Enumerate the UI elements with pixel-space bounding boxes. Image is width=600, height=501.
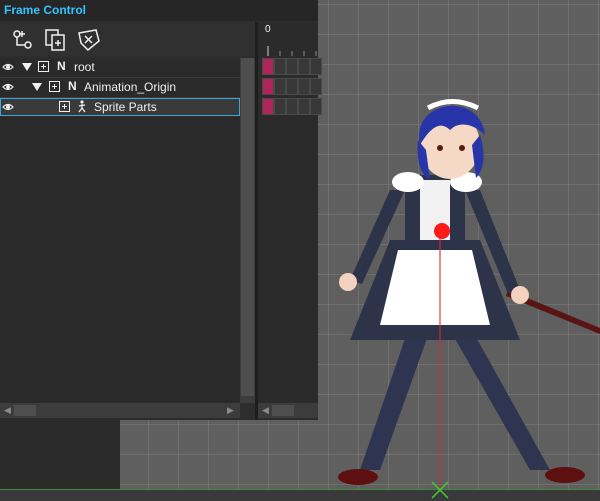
part-tree: N root N Animation_Origin Sprite Parts (0, 58, 240, 403)
keyframe-cell[interactable] (262, 58, 274, 75)
tree-row-animation-origin[interactable]: N Animation_Origin (0, 78, 240, 96)
tree-row-root[interactable]: N root (0, 58, 240, 76)
visibility-eye-icon[interactable] (2, 61, 14, 73)
visibility-eye-icon[interactable] (2, 101, 14, 113)
tree-row-label: root (74, 60, 95, 74)
node-plus-icon (38, 61, 49, 72)
tree-row-sprite-parts[interactable]: Sprite Parts (0, 98, 240, 116)
node-type-label: N (68, 79, 77, 93)
frame-cell[interactable] (286, 58, 298, 75)
origin-cross-icon (431, 481, 449, 499)
scroll-left-arrow-icon[interactable]: ◀ (4, 405, 11, 416)
expand-triangle-icon[interactable] (22, 61, 32, 73)
sprite-part-icon (78, 100, 86, 113)
frame-cell[interactable] (298, 58, 310, 75)
node-plus-icon (49, 81, 60, 92)
expand-triangle-icon[interactable] (32, 81, 42, 93)
frame-cell[interactable] (286, 98, 298, 115)
frame-cell[interactable] (274, 78, 286, 95)
frame-cell[interactable] (310, 98, 322, 115)
frame-cell[interactable] (274, 98, 286, 115)
scrollbar-thumb[interactable] (241, 58, 254, 396)
tree-row-label: Animation_Origin (84, 80, 177, 94)
node-type-label: N (57, 59, 66, 73)
stage-background-block (0, 420, 120, 500)
scroll-right-arrow-icon[interactable]: ▶ (227, 405, 234, 416)
frame-cell[interactable] (310, 78, 322, 95)
scrollbar-thumb[interactable] (272, 405, 294, 416)
panel-title: Frame Control (4, 3, 87, 17)
panel-toolbar (0, 22, 258, 56)
timeline-grid[interactable]: 0 (258, 22, 322, 403)
visibility-eye-icon[interactable] (2, 81, 14, 93)
node-plus-icon (59, 101, 70, 112)
scrollbar-thumb[interactable] (14, 405, 36, 416)
add-part-icon[interactable] (10, 27, 36, 53)
frame-cell[interactable] (286, 78, 298, 95)
panel-title-bar: Frame Control (0, 0, 318, 21)
origin-axis-line (439, 226, 441, 492)
frame-cell[interactable] (310, 58, 322, 75)
frame-control-panel: Frame Control N root N Animation_Origin … (0, 0, 322, 420)
tree-horizontal-scrollbar[interactable]: ◀ ▶ (0, 403, 240, 418)
timeline-horizontal-scrollbar[interactable]: ◀ (258, 403, 318, 418)
scroll-left-arrow-icon[interactable]: ◀ (262, 405, 269, 416)
frame-number-label: 0 (265, 24, 271, 35)
duplicate-part-icon[interactable] (42, 27, 68, 53)
ground-line (0, 489, 600, 501)
origin-point-handle[interactable] (434, 223, 450, 239)
frame-cell[interactable] (298, 98, 310, 115)
frame-cell[interactable] (298, 78, 310, 95)
tree-row-label: Sprite Parts (94, 100, 157, 114)
frame-ruler[interactable] (258, 40, 318, 56)
frame-cell[interactable] (274, 58, 286, 75)
delete-part-icon[interactable] (76, 27, 102, 53)
keyframe-cell[interactable] (262, 98, 274, 115)
tree-vertical-scrollbar[interactable] (240, 58, 255, 403)
keyframe-cell[interactable] (262, 78, 274, 95)
